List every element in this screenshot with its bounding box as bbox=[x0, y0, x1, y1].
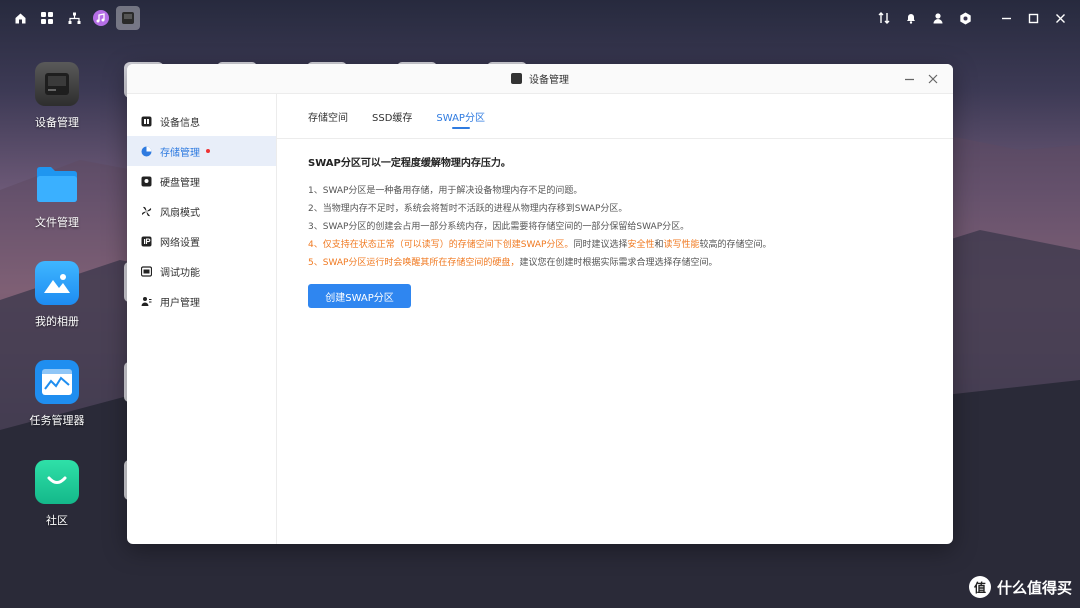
sidebar-item-label: 风扇模式 bbox=[160, 207, 200, 219]
bell-icon[interactable] bbox=[899, 6, 923, 30]
sidebar-item-label: 硬盘管理 bbox=[160, 177, 200, 189]
sidebar-item-network[interactable]: 网络设置 bbox=[127, 226, 276, 256]
info-line: 3、SWAP分区的创建会占用一部分系统内存，因此需要将存储空间的一部分保留给SW… bbox=[308, 222, 690, 232]
settings-icon[interactable] bbox=[953, 6, 977, 30]
window-title: 设备管理 bbox=[511, 71, 569, 86]
sidebar: 设备信息 存储管理 硬盘管理 风扇模式 网络设置 调试功能 用户管理 bbox=[127, 94, 277, 544]
sidebar-item-label: 用户管理 bbox=[160, 297, 200, 309]
disk-icon bbox=[140, 175, 152, 187]
network-icon[interactable] bbox=[62, 6, 86, 30]
watermark-logo: 值 bbox=[968, 576, 991, 598]
info-icon bbox=[140, 115, 152, 127]
sidebar-item-label: 设备信息 bbox=[160, 117, 200, 129]
folder-icon bbox=[35, 162, 79, 206]
sidebar-item-label: 调试功能 bbox=[160, 267, 200, 279]
device-manager-window: 设备管理 设备信息 存储管理 硬盘管理 风扇模式 网络设置 调试功能 用户管理 … bbox=[127, 64, 953, 544]
desktop-icon-file-manager[interactable]: 文件管理 bbox=[17, 162, 97, 230]
photo-icon bbox=[35, 261, 79, 305]
watermark: 值 什么值得买 bbox=[968, 576, 1072, 598]
minimize-icon[interactable] bbox=[994, 6, 1018, 30]
desktop-icon-photos[interactable]: 我的相册 bbox=[17, 261, 97, 329]
sidebar-item-storage[interactable]: 存储管理 bbox=[127, 136, 276, 166]
sidebar-item-debug[interactable]: 调试功能 bbox=[127, 256, 276, 286]
taskbar bbox=[0, 0, 1080, 36]
desktop-icon-device-manager[interactable]: 设备管理 bbox=[17, 62, 97, 130]
info-line: 2、当物理内存不足时，系统会将暂时不活跃的进程从物理内存移到SWAP分区。 bbox=[308, 204, 628, 214]
main-panel: 存储空间 SSD缓存 SWAP分区 SWAP分区可以一定程度缓解物理内存压力。 … bbox=[277, 94, 953, 544]
sidebar-item-label: 存储管理 bbox=[160, 147, 200, 159]
apps-grid-icon[interactable] bbox=[35, 6, 59, 30]
device-manager-icon[interactable] bbox=[116, 6, 140, 30]
desktop-icon-label: 我的相册 bbox=[35, 315, 79, 328]
info-text: 同时建议选择 bbox=[573, 240, 628, 250]
window-minimize-button[interactable] bbox=[899, 70, 919, 88]
desktop-icon-label: 文件管理 bbox=[35, 216, 79, 229]
fan-icon bbox=[140, 205, 152, 217]
terminal-icon bbox=[140, 265, 152, 277]
user-icon[interactable] bbox=[926, 6, 950, 30]
close-icon[interactable] bbox=[1048, 6, 1072, 30]
info-text: 建议您在创建时根据实际需求合理选择存储空间。 bbox=[519, 258, 718, 268]
info-text: 较高的存储空间。 bbox=[699, 240, 772, 250]
window-titlebar[interactable]: 设备管理 bbox=[127, 64, 953, 94]
create-swap-button[interactable]: 创建SWAP分区 bbox=[308, 284, 411, 308]
device-manager-icon bbox=[511, 73, 522, 84]
tab-bar: 存储空间 SSD缓存 SWAP分区 bbox=[277, 94, 953, 139]
community-chat-icon bbox=[35, 460, 79, 504]
warning-text: 安全性 bbox=[627, 240, 655, 250]
swap-headline: SWAP分区可以一定程度缓解物理内存压力。 bbox=[308, 158, 511, 169]
warning-text: 5、SWAP分区运行时会唤醒其所在存储空间的硬盘， bbox=[308, 258, 520, 268]
sidebar-item-device-info[interactable]: 设备信息 bbox=[127, 106, 276, 136]
nas-device-icon bbox=[35, 62, 79, 106]
desktop-icon-task-manager[interactable]: 任务管理器 bbox=[17, 360, 97, 428]
info-line: 1、SWAP分区是一种备用存储，用于解决设备物理内存不足的问题。 bbox=[308, 186, 583, 196]
warning-text: 读写性能 bbox=[663, 240, 700, 250]
window-title-text: 设备管理 bbox=[529, 75, 569, 86]
desktop-icon-community[interactable]: 社区 bbox=[17, 460, 97, 528]
desktop-icon-label: 任务管理器 bbox=[29, 414, 85, 427]
tab-swap[interactable]: SWAP分区 bbox=[436, 109, 485, 138]
warning-text: 4、仅支持在状态正常（可以读写）的存储空间下创建SWAP分区。 bbox=[308, 240, 574, 250]
info-line: 4、仅支持在状态正常（可以读写）的存储空间下创建SWAP分区。同时建议选择安全性… bbox=[308, 236, 922, 254]
sidebar-item-users[interactable]: 用户管理 bbox=[127, 286, 276, 316]
swap-content: SWAP分区可以一定程度缓解物理内存压力。 1、SWAP分区是一种备用存储，用于… bbox=[277, 139, 953, 323]
sidebar-item-label: 网络设置 bbox=[160, 237, 200, 249]
desktop-icon-label: 社区 bbox=[46, 514, 68, 527]
ip-icon bbox=[140, 235, 152, 247]
tab-storage-space[interactable]: 存储空间 bbox=[308, 109, 348, 138]
sidebar-item-disk[interactable]: 硬盘管理 bbox=[127, 166, 276, 196]
chart-monitor-icon bbox=[35, 360, 79, 404]
home-icon[interactable] bbox=[8, 6, 32, 30]
maximize-icon[interactable] bbox=[1021, 6, 1045, 30]
notification-dot bbox=[206, 149, 210, 153]
info-line: 5、SWAP分区运行时会唤醒其所在存储空间的硬盘，建议您在创建时根据实际需求合理… bbox=[308, 254, 922, 272]
tab-ssd-cache[interactable]: SSD缓存 bbox=[372, 109, 412, 138]
sort-icon[interactable] bbox=[872, 6, 896, 30]
window-close-button[interactable] bbox=[923, 70, 943, 88]
pie-icon bbox=[140, 145, 152, 157]
desktop-icon-label: 设备管理 bbox=[35, 116, 79, 129]
sidebar-item-fan[interactable]: 风扇模式 bbox=[127, 196, 276, 226]
music-icon[interactable] bbox=[89, 6, 113, 30]
users-icon bbox=[140, 295, 152, 307]
watermark-text: 什么值得买 bbox=[996, 578, 1072, 597]
